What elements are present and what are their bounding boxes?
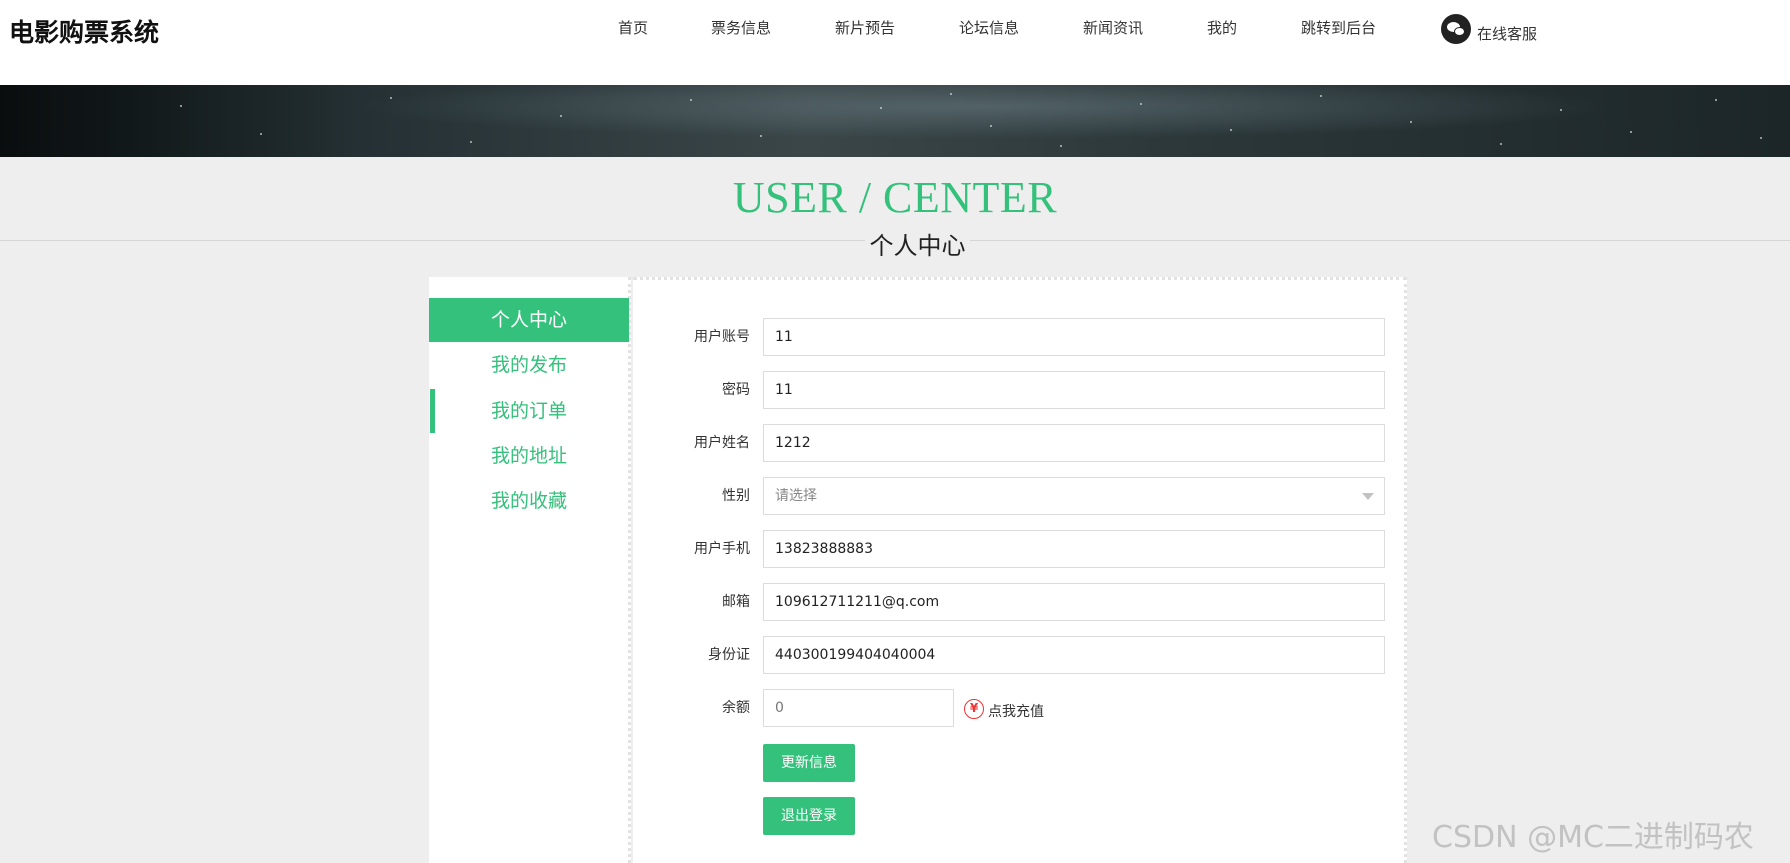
nav-mine[interactable]: 我的 bbox=[1207, 18, 1237, 38]
gender-label: 性别 bbox=[722, 488, 750, 504]
password-input[interactable] bbox=[763, 371, 1385, 409]
sidebar-item-my-orders[interactable]: 我的订单 bbox=[429, 389, 629, 433]
update-info-button[interactable]: 更新信息 bbox=[763, 744, 855, 782]
balance-label: 余额 bbox=[722, 700, 750, 716]
wechat-icon bbox=[1441, 13, 1471, 44]
section-title-en: USER / CENTER bbox=[732, 173, 1058, 222]
account-label: 用户账号 bbox=[694, 329, 750, 345]
nav-new-releases[interactable]: 新片预告 bbox=[835, 18, 895, 38]
yen-icon: ¥ bbox=[964, 699, 984, 719]
phone-label: 用户手机 bbox=[694, 541, 750, 557]
sidebar-item-my-favorites[interactable]: 我的收藏 bbox=[429, 479, 629, 523]
banner-image bbox=[0, 85, 1790, 157]
sidebar-hover-indicator bbox=[430, 389, 435, 433]
recharge-label: 点我充值 bbox=[988, 704, 1044, 720]
gender-select[interactable]: 请选择 bbox=[763, 477, 1385, 515]
account-input[interactable] bbox=[763, 318, 1385, 356]
online-service[interactable]: 在线客服 bbox=[1441, 13, 1537, 44]
nav-news[interactable]: 新闻资讯 bbox=[1083, 18, 1143, 38]
email-label: 邮箱 bbox=[722, 594, 750, 610]
email-input[interactable] bbox=[763, 583, 1385, 621]
gender-select-placeholder: 请选择 bbox=[775, 488, 817, 504]
logout-button[interactable]: 退出登录 bbox=[763, 797, 855, 835]
recharge-link[interactable]: ¥ 点我充值 bbox=[964, 697, 1044, 721]
phone-input[interactable] bbox=[763, 530, 1385, 568]
online-service-label: 在线客服 bbox=[1477, 25, 1538, 43]
sidebar-item-profile[interactable]: 个人中心 bbox=[429, 298, 629, 342]
chevron-down-icon bbox=[1362, 493, 1374, 500]
section-title-cn: 个人中心 bbox=[865, 226, 970, 261]
nav-admin[interactable]: 跳转到后台 bbox=[1301, 18, 1376, 38]
sidebar-item-my-address[interactable]: 我的地址 bbox=[429, 434, 629, 478]
balance-input[interactable] bbox=[763, 689, 954, 727]
password-label: 密码 bbox=[722, 382, 750, 398]
id-card-input[interactable] bbox=[763, 636, 1385, 674]
name-input[interactable] bbox=[763, 424, 1385, 462]
name-label: 用户姓名 bbox=[694, 435, 750, 451]
watermark: CSDN @MC二进制码农 bbox=[1432, 820, 1754, 855]
user-center-sidebar: 个人中心 我的发布 我的订单 我的地址 我的收藏 bbox=[429, 277, 631, 863]
profile-form-panel bbox=[633, 277, 1407, 863]
nav-home[interactable]: 首页 bbox=[618, 18, 648, 38]
nav-forum[interactable]: 论坛信息 bbox=[959, 18, 1019, 38]
top-header: 电影购票系统 首页 票务信息 新片预告 论坛信息 新闻资讯 我的 跳转到后台 在… bbox=[0, 0, 1790, 85]
id-card-label: 身份证 bbox=[708, 647, 750, 663]
nav-tickets[interactable]: 票务信息 bbox=[711, 18, 771, 38]
sidebar-item-my-posts[interactable]: 我的发布 bbox=[429, 343, 629, 387]
